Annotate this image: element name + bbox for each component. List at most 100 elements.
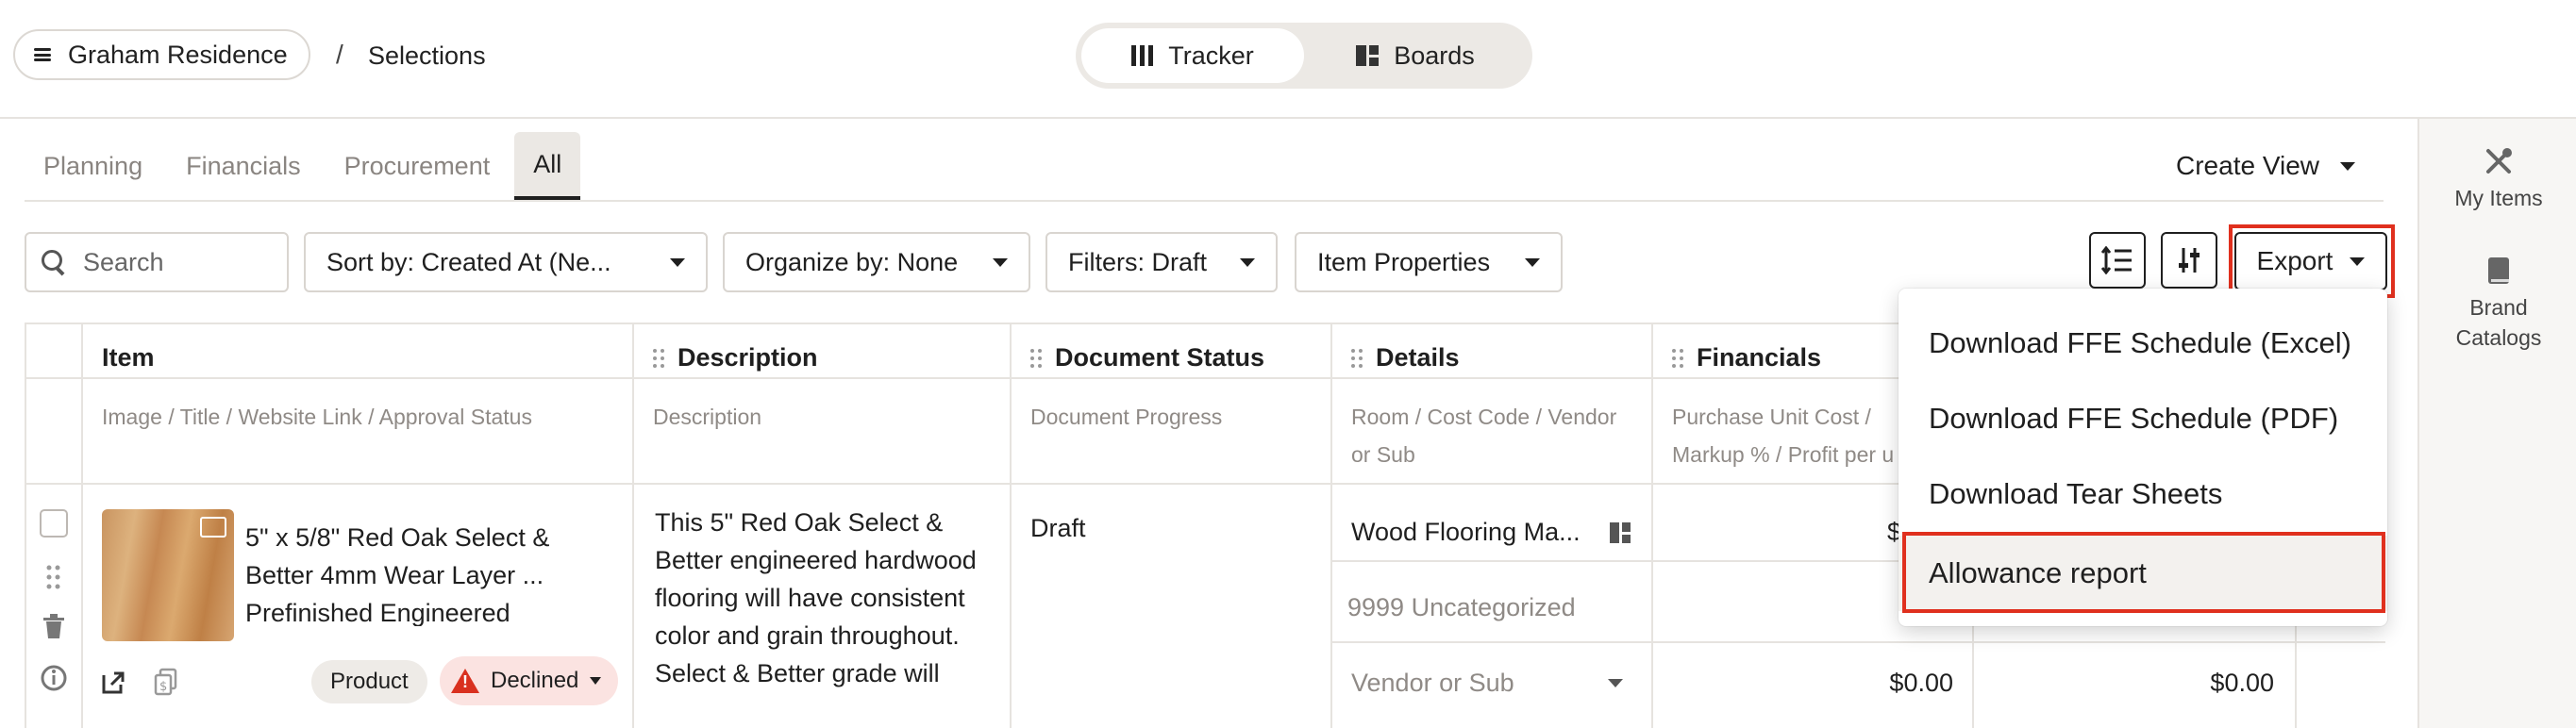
- board-icon[interactable]: [1610, 522, 1631, 543]
- boards-view-button[interactable]: Boards: [1304, 28, 1527, 83]
- chevron-down-icon: [1240, 257, 1255, 267]
- export-highlight-box: [2229, 224, 2395, 298]
- column-subheader: Document Progress: [1030, 405, 1223, 429]
- row-density-button[interactable]: [2089, 232, 2146, 289]
- column-header-description[interactable]: Description: [653, 343, 818, 372]
- sort-dropdown[interactable]: Sort by: Created At (Ne...: [304, 232, 708, 292]
- tracker-label: Tracker: [1168, 41, 1254, 70]
- chevron-down-icon: [1608, 679, 1623, 687]
- approval-status-dropdown[interactable]: Declined: [440, 656, 619, 705]
- column-header-document-status[interactable]: Document Status: [1030, 343, 1264, 372]
- column-divider: [632, 323, 634, 728]
- column-divider: [1010, 323, 1012, 728]
- tracker-view-button[interactable]: Tracker: [1081, 28, 1304, 83]
- item-properties-label: Item Properties: [1317, 247, 1491, 276]
- copy-price-icon[interactable]: $: [153, 668, 179, 696]
- tools-icon: [2486, 148, 2512, 174]
- column-subheader: Description: [653, 405, 762, 429]
- tabs-divider: [25, 200, 2384, 202]
- description-line: Select & Better grade will: [655, 659, 940, 687]
- item-title-line-1[interactable]: 5" x 5/8" Red Oak Select &: [245, 519, 549, 556]
- rail-brand-label: Brand: [2469, 295, 2528, 320]
- item-title-line-2[interactable]: Better 4mm Wear Layer ...: [245, 556, 544, 594]
- drag-handle-icon[interactable]: [45, 564, 62, 590]
- column-title: Description: [677, 343, 818, 372]
- column-header-item[interactable]: Item: [102, 343, 155, 372]
- column-divider: [81, 323, 83, 728]
- svg-text:$: $: [159, 680, 167, 694]
- breadcrumb-page: Selections: [368, 41, 486, 70]
- column-title: Financials: [1697, 343, 1822, 372]
- drag-handle-icon[interactable]: [653, 348, 664, 368]
- menu-item-ffe-pdf[interactable]: Download FFE Schedule (PDF): [1899, 381, 2387, 456]
- subrow-divider: [1330, 641, 2385, 643]
- hamburger-icon: [34, 48, 51, 61]
- description-line: color and grain throughout.: [655, 621, 960, 650]
- menu-item-ffe-excel[interactable]: Download FFE Schedule (Excel): [1899, 306, 2387, 381]
- external-link-icon[interactable]: [100, 670, 126, 696]
- menu-item-tear-sheets[interactable]: Download Tear Sheets: [1899, 456, 2387, 532]
- document-status-value[interactable]: Draft: [1030, 509, 1086, 547]
- sort-label: Sort by: Created At (Ne...: [326, 247, 611, 276]
- drag-handle-icon[interactable]: [1351, 348, 1363, 368]
- top-bar: Graham Residence / Selections Tracker Bo…: [0, 0, 2576, 119]
- organize-dropdown[interactable]: Organize by: None: [723, 232, 1030, 292]
- organize-label: Organize by: None: [745, 247, 959, 276]
- rail-catalogs-label: Catalogs: [2455, 325, 2542, 350]
- info-icon[interactable]: [40, 664, 68, 692]
- rail-my-items[interactable]: My Items: [2419, 145, 2576, 213]
- search-box: [25, 232, 289, 292]
- boards-icon: [1356, 45, 1380, 66]
- search-input[interactable]: [83, 247, 272, 277]
- row-checkbox[interactable]: [40, 509, 68, 538]
- project-name: Graham Residence: [68, 40, 288, 69]
- filters-dropdown[interactable]: Filters: Draft: [1045, 232, 1278, 292]
- tab-procurement[interactable]: Procurement: [326, 132, 510, 200]
- book-icon: [2488, 257, 2509, 284]
- sliders-icon: [2179, 248, 2200, 273]
- column-header-financials[interactable]: Financials: [1672, 343, 1821, 372]
- chevron-down-icon: [1525, 257, 1540, 267]
- item-title-line-3[interactable]: Prefinished Engineered: [245, 594, 510, 626]
- column-title: Details: [1376, 343, 1460, 372]
- columns-icon: [1131, 45, 1154, 66]
- item-properties-dropdown[interactable]: Item Properties: [1295, 232, 1563, 292]
- search-icon: [42, 250, 66, 274]
- row-height-icon: [2101, 246, 2132, 274]
- drag-handle-icon[interactable]: [1672, 348, 1683, 368]
- chevron-down-icon: [993, 257, 1008, 267]
- allowance-highlight-box: [1902, 532, 2385, 613]
- column-subheader: Room / Cost Code / Vendor: [1351, 405, 1617, 429]
- room-value[interactable]: Wood Flooring Ma...: [1351, 513, 1581, 551]
- vendor-select[interactable]: Vendor or Sub: [1351, 664, 1514, 702]
- item-title-clip: Prefinished Engineered: [245, 594, 510, 626]
- column-title: Document Status: [1055, 343, 1265, 372]
- project-menu-button[interactable]: Graham Residence: [13, 29, 310, 80]
- column-divider: [1330, 323, 1332, 728]
- description-line: flooring will have consistent: [655, 584, 965, 612]
- right-rail: My Items Brand Catalogs: [2417, 119, 2576, 728]
- rail-brand-catalogs[interactable]: Brand Catalogs: [2419, 255, 2576, 353]
- amount-value[interactable]: $0.00: [2180, 664, 2274, 702]
- tab-planning[interactable]: Planning: [25, 132, 161, 200]
- description-line: Better engineered hardwood: [655, 546, 977, 574]
- gallery-icon[interactable]: [200, 517, 226, 538]
- column-header-details[interactable]: Details: [1351, 343, 1460, 372]
- breadcrumb-separator: /: [336, 40, 343, 69]
- trash-icon[interactable]: [42, 613, 66, 639]
- tab-all[interactable]: All: [514, 132, 581, 200]
- column-settings-button[interactable]: [2161, 232, 2217, 289]
- column-divider: [25, 323, 26, 728]
- boards-label: Boards: [1394, 41, 1475, 70]
- tab-financials[interactable]: Financials: [167, 132, 320, 200]
- cost-code-value[interactable]: 9999 Uncategorized: [1347, 588, 1576, 626]
- amount-value[interactable]: $0.00: [1859, 664, 1953, 702]
- create-view-button[interactable]: Create View: [2176, 151, 2356, 181]
- create-view-label: Create View: [2176, 151, 2320, 180]
- drag-handle-icon[interactable]: [1030, 348, 1042, 368]
- column-subheader: or Sub: [1351, 442, 1415, 467]
- chevron-down-icon: [670, 257, 685, 267]
- item-thumbnail[interactable]: [102, 509, 234, 641]
- view-tabs: Planning Financials Procurement All: [25, 132, 586, 200]
- view-toggle: Tracker Boards: [1076, 23, 1532, 89]
